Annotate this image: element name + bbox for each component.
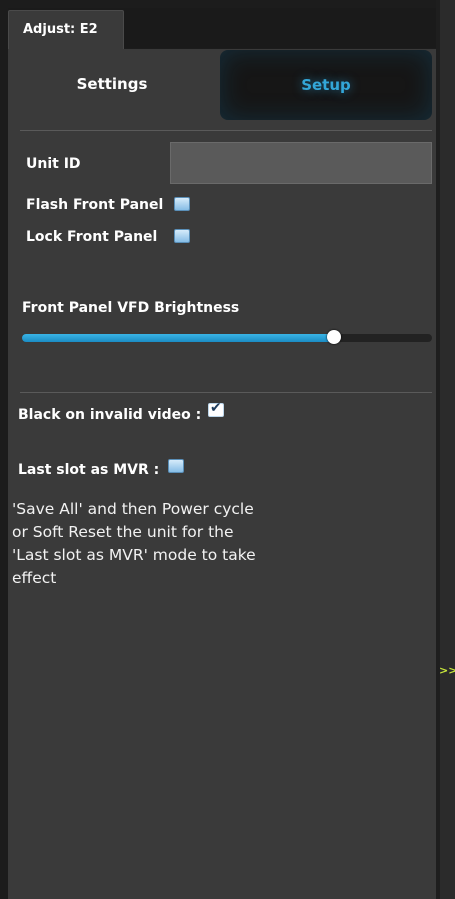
double-chevron-right-icon[interactable]: >> — [439, 664, 455, 677]
black-invalid-video-checkbox[interactable]: ✔ — [208, 400, 224, 417]
flash-front-panel-checkbox[interactable] — [174, 197, 190, 211]
black-invalid-video-label: Black on invalid video : — [18, 407, 202, 423]
brightness-label: Front Panel VFD Brightness — [22, 300, 240, 316]
tab-adjust-e2-label: Adjust: E2 — [23, 22, 98, 37]
segment-setup[interactable]: Setup — [220, 50, 432, 120]
mvr-note: 'Save All' and then Power cycle or Soft … — [12, 500, 256, 587]
brightness-slider-thumb[interactable] — [326, 330, 341, 344]
segment-settings-label: Settings — [76, 75, 148, 93]
brightness-slider-fill — [22, 334, 334, 342]
section-divider — [20, 130, 432, 131]
section-divider-2 — [20, 392, 432, 393]
last-slot-mvr-checkbox[interactable] — [168, 459, 184, 473]
brightness-slider[interactable] — [22, 330, 432, 344]
last-slot-mvr-label: Last slot as MVR : — [18, 462, 160, 478]
unit-id-input[interactable] — [170, 142, 432, 184]
unit-id-label: Unit ID — [26, 156, 81, 172]
tab-adjust-e2[interactable]: Adjust: E2 — [8, 10, 124, 50]
side-strip-inner — [440, 0, 455, 899]
check-icon: ✔ — [210, 400, 222, 416]
lock-front-panel-checkbox[interactable] — [174, 229, 190, 243]
lock-front-panel-label: Lock Front Panel — [26, 229, 158, 245]
segment-setup-label: Setup — [301, 76, 351, 94]
flash-front-panel-label: Flash Front Panel — [26, 197, 164, 213]
segment-settings[interactable]: Settings — [8, 49, 216, 121]
